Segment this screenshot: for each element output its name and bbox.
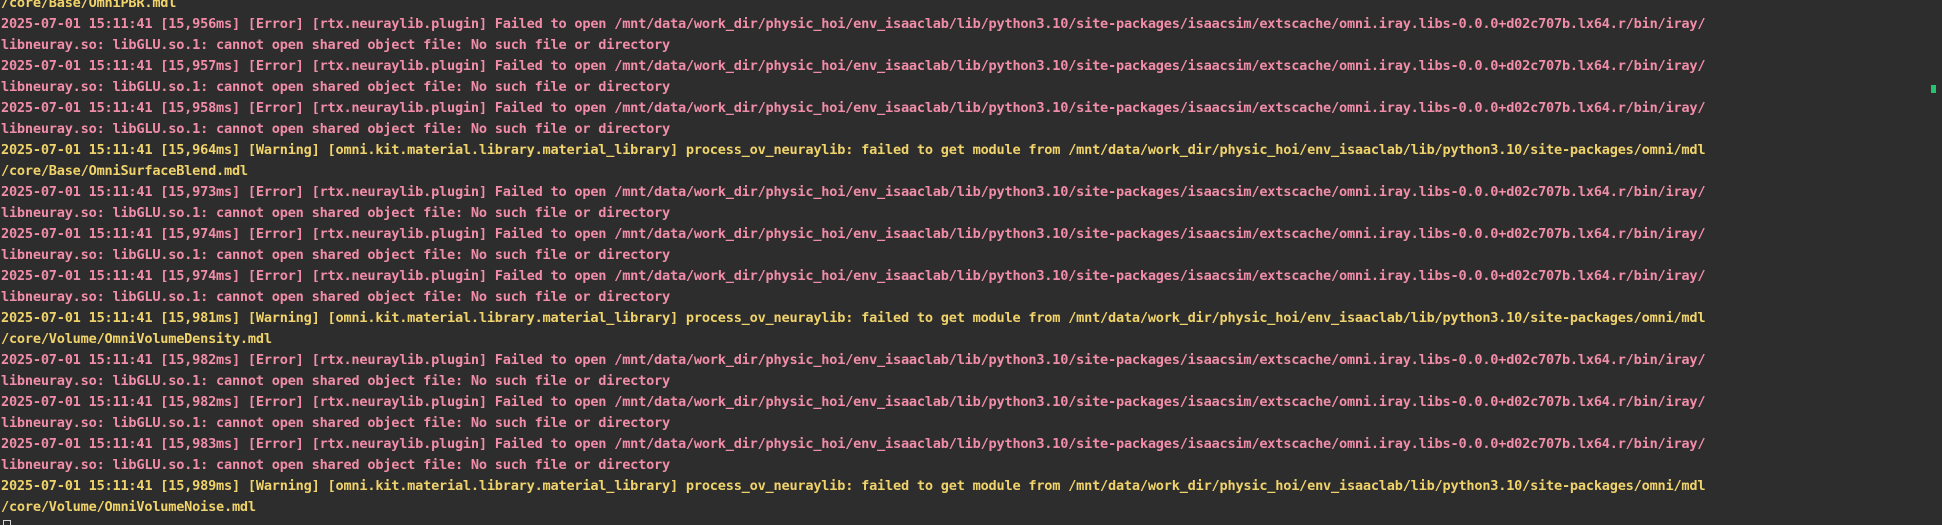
log-line-error: 2025-07-01 15:11:41 [15,956ms] [Error] […	[1, 16, 1706, 32]
log-line-error: libneuray.so: libGLU.so.1: cannot open s…	[1, 415, 670, 431]
log-line-warning: /core/Base/OmniSurfaceBlend.mdl	[1, 163, 248, 179]
log-line-error: libneuray.so: libGLU.so.1: cannot open s…	[1, 121, 670, 137]
log-line-warning: /core/Volume/OmniVolumeDensity.mdl	[1, 331, 272, 347]
shell-prompt-line[interactable]	[1, 518, 1926, 525]
log-line-error: 2025-07-01 15:11:41 [15,982ms] [Error] […	[1, 394, 1706, 410]
log-line-error: libneuray.so: libGLU.so.1: cannot open s…	[1, 373, 670, 389]
terminal-scrollbar[interactable]	[1926, 0, 1942, 525]
log-line-warning: /core/Volume/OmniVolumeNoise.mdl	[1, 499, 256, 515]
log-line-error: 2025-07-01 15:11:41 [15,974ms] [Error] […	[1, 268, 1706, 284]
log-line-error: libneuray.so: libGLU.so.1: cannot open s…	[1, 205, 670, 221]
log-line-error: 2025-07-01 15:11:41 [15,982ms] [Error] […	[1, 352, 1706, 368]
log-line-warning: 2025-07-01 15:11:41 [15,989ms] [Warning]…	[1, 478, 1706, 494]
terminal-window[interactable]: /core/Base/OmniPBR.mdl 2025-07-01 15:11:4…	[0, 0, 1942, 525]
terminal-output: /core/Base/OmniPBR.mdl 2025-07-01 15:11:4…	[1, 0, 1926, 525]
log-line-error: 2025-07-01 15:11:41 [15,983ms] [Error] […	[1, 436, 1706, 452]
log-line-error: 2025-07-01 15:11:41 [15,974ms] [Error] […	[1, 226, 1706, 242]
scrollbar-marker	[1931, 85, 1936, 93]
log-line-warning: /core/Base/OmniPBR.mdl	[1, 0, 177, 11]
log-line-error: libneuray.so: libGLU.so.1: cannot open s…	[1, 289, 670, 305]
log-line-warning: 2025-07-01 15:11:41 [15,964ms] [Warning]…	[1, 142, 1706, 158]
log-line-error: 2025-07-01 15:11:41 [15,957ms] [Error] […	[1, 58, 1706, 74]
log-line-error: libneuray.so: libGLU.so.1: cannot open s…	[1, 79, 670, 95]
log-line-error: libneuray.so: libGLU.so.1: cannot open s…	[1, 247, 670, 263]
log-line-error: 2025-07-01 15:11:41 [15,958ms] [Error] […	[1, 100, 1706, 116]
text-cursor	[3, 520, 11, 525]
log-line-error: 2025-07-01 15:11:41 [15,973ms] [Error] […	[1, 184, 1706, 200]
log-line-error: libneuray.so: libGLU.so.1: cannot open s…	[1, 457, 670, 473]
log-line-warning: 2025-07-01 15:11:41 [15,981ms] [Warning]…	[1, 310, 1706, 326]
log-line-error: libneuray.so: libGLU.so.1: cannot open s…	[1, 37, 670, 53]
